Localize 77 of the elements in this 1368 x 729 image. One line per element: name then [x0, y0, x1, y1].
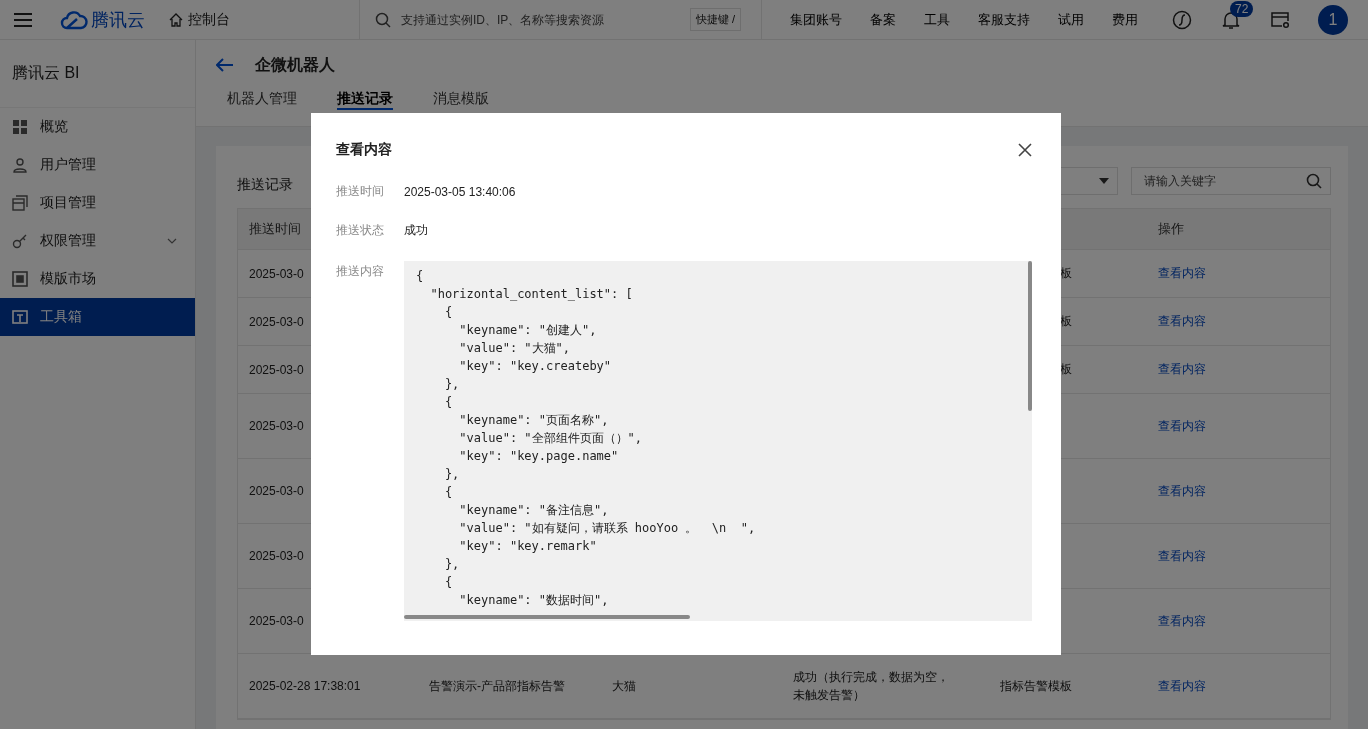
sidebar-item[interactable]: 概览 [0, 108, 195, 146]
field-label: 推送时间 [336, 183, 385, 200]
table-cell: 2025-03-0 [249, 362, 304, 377]
view-content-link[interactable]: 查看内容 [1158, 313, 1206, 330]
page-title: 企微机器人 [255, 54, 335, 75]
table-cell: 2025-03-0 [249, 419, 304, 433]
chevron-icon[interactable] [167, 238, 177, 244]
section-title: 推送记录 [237, 175, 293, 194]
table-cell: 2025-02-28 17:38:01 [249, 679, 361, 693]
sidebar-item[interactable]: 用户管理 [0, 146, 195, 184]
user-avatar[interactable]: 1 [1318, 4, 1348, 35]
search-input[interactable]: 支持通过实例ID、IP、名称等搜索资源 [399, 11, 682, 28]
nav-link[interactable]: 备案 [870, 10, 896, 29]
card-gear-icon[interactable] [1270, 10, 1290, 29]
view-content-link[interactable]: 查看内容 [1158, 547, 1206, 565]
close-icon[interactable] [1018, 143, 1032, 157]
column-header: 操作 [1158, 220, 1184, 238]
nav-link[interactable]: 工具 [924, 10, 950, 29]
table-cell: 2025-03-0 [249, 549, 304, 563]
toolbox-icon [12, 309, 28, 325]
notification-count-badge: 72 [1230, 0, 1254, 17]
view-content-link[interactable]: 查看内容 [1158, 361, 1206, 378]
view-content-link[interactable]: 查看内容 [1158, 417, 1206, 435]
stack-icon [12, 195, 28, 211]
brand-name[interactable]: 腾讯云 [91, 7, 145, 32]
vertical-scrollbar[interactable] [1028, 261, 1032, 411]
field-value: 2025-03-05 13:40:06 [404, 184, 516, 199]
home-icon [169, 12, 183, 27]
view-content-link[interactable]: 查看内容 [1158, 265, 1206, 282]
tab[interactable]: 机器人管理 [227, 90, 297, 108]
table-cell-text: 指标告警模板 [999, 677, 1072, 695]
table-cell: 告警演示-产品部指标告警 [429, 677, 565, 695]
global-search-field[interactable]: 支持通过实例ID、IP、名称等搜索资源 快捷键 / [359, 0, 762, 40]
table-cell: 2025-03-0 [249, 314, 304, 329]
console-link[interactable]: 控制台 [169, 10, 359, 29]
table-cell: 2025-03-0 [249, 266, 304, 281]
table-cell-text: 板 [1059, 265, 1072, 282]
field-value: 成功 [404, 222, 428, 239]
key-icon [12, 233, 28, 249]
search-icon[interactable] [1306, 173, 1322, 189]
tab[interactable]: 推送记录 [337, 90, 393, 110]
json-code: { "horizontal_content_list": [ { "keyname": "创建人", "value": "大猫", "key": "key.createby" }, { "keyname": "页面名称", "value": "全部组件页面（）", "key": "key.page.name" }, { "keyname": "备注信息", "value": "如有疑问，请联系 hooYoo 。 \n ", "key": "key.remark" }, { "keyname": "数据时间", [415, 268, 757, 609]
grid-icon [12, 119, 28, 135]
search-icon [375, 11, 391, 28]
table-cell: 2025-03-0 [249, 614, 304, 628]
table-cell: 2025-03-0 [249, 484, 304, 498]
field-label: 推送状态 [336, 222, 385, 239]
nav-link[interactable]: 集团账号 [790, 10, 842, 29]
sidebar-item[interactable]: 模版市场 [0, 260, 195, 298]
nav-link[interactable]: 客服支持 [978, 10, 1030, 29]
shortcut-hint: 快捷键 / [689, 8, 741, 31]
table-cell: 大猫 [612, 677, 636, 695]
table-cell-text: 板 [1059, 313, 1072, 330]
nav-link[interactable]: 试用 [1058, 10, 1084, 29]
square-icon [12, 271, 28, 287]
table-cell-text: 板 [1059, 361, 1072, 378]
column-header: 推送时间 [249, 220, 301, 238]
tab[interactable]: 消息模版 [433, 90, 489, 108]
caret-icon [1099, 178, 1109, 184]
sidebar-item[interactable]: 项目管理 [0, 184, 195, 222]
keyword-search-field[interactable]: 请输入关键字 [1131, 167, 1331, 195]
cloud-logo-icon[interactable] [60, 9, 88, 30]
horizontal-scrollbar[interactable] [404, 615, 690, 619]
view-content-link[interactable]: 查看内容 [1158, 612, 1206, 630]
person-icon [12, 157, 28, 173]
circle-s-icon[interactable] [1172, 9, 1192, 30]
view-content-link[interactable]: 查看内容 [1158, 482, 1206, 500]
menu-icon[interactable] [13, 11, 33, 28]
view-content-link[interactable]: 查看内容 [1158, 677, 1206, 695]
nav-link[interactable]: 费用 [1112, 10, 1138, 29]
sidebar-item[interactable]: 权限管理 [0, 222, 195, 260]
field-label: 推送内容 [336, 263, 385, 280]
dialog-title: 查看内容 [336, 141, 392, 159]
app-title: 腾讯云 BI [0, 40, 195, 108]
back-arrow-icon[interactable] [216, 58, 234, 72]
sidebar-item[interactable]: 工具箱 [0, 298, 195, 336]
table-cell-text: 成功（执行完成，数据为空，未触发告警） [793, 669, 950, 704]
